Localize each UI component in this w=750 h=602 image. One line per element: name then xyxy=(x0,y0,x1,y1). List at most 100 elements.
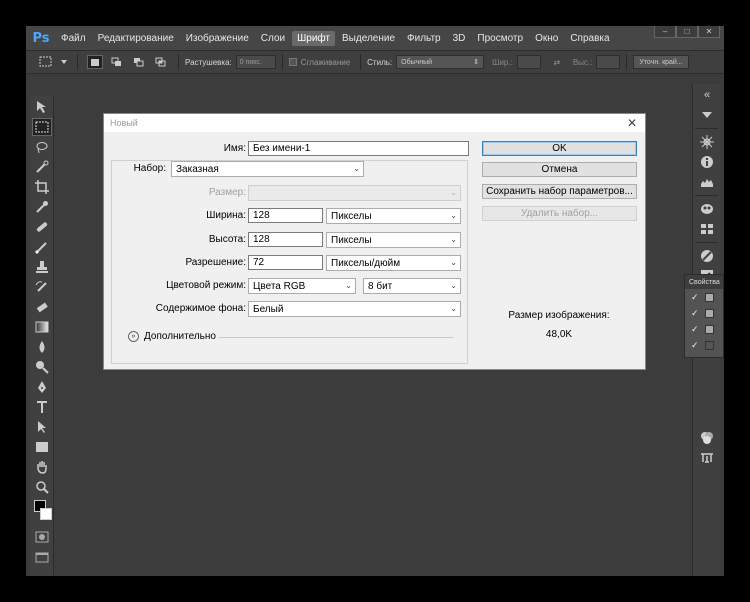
width-input[interactable]: 128 xyxy=(248,208,323,223)
navigator-panel-icon[interactable] xyxy=(697,133,717,151)
feather-input[interactable]: 0 пикс. xyxy=(235,55,276,69)
menu-layer[interactable]: Слои xyxy=(256,31,290,46)
color-mode-dropdown[interactable]: Цвета RGB ⌄ xyxy=(248,278,356,294)
checkmark-icon: ✓ xyxy=(691,307,699,318)
menu-view[interactable]: Просмотр xyxy=(472,31,528,46)
width-label: Шир.: xyxy=(492,57,513,67)
background-dropdown[interactable]: Белый ⌄ xyxy=(248,301,461,317)
height-input[interactable]: 128 xyxy=(248,232,323,247)
properties-row[interactable]: ✓ xyxy=(685,289,723,305)
lasso-tool-icon[interactable] xyxy=(32,138,52,156)
history-brush-tool-icon[interactable] xyxy=(32,278,52,296)
swatches-panel-icon[interactable] xyxy=(697,220,717,238)
properties-row[interactable]: ✓ xyxy=(685,337,723,353)
chevron-down-icon[interactable] xyxy=(60,55,68,69)
name-label: Имя: xyxy=(223,143,246,154)
close-icon[interactable]: ✕ xyxy=(627,116,637,130)
divider xyxy=(695,195,718,196)
type-tool-icon[interactable] xyxy=(32,398,52,416)
rectangular-marquee-tool-icon[interactable] xyxy=(32,118,52,136)
layer-thumbnail-icon xyxy=(705,292,714,302)
style-value: Обычный xyxy=(401,58,433,66)
crop-tool-icon[interactable] xyxy=(32,178,52,196)
histogram-panel-icon[interactable] xyxy=(697,173,717,191)
info-panel-icon[interactable] xyxy=(697,153,717,171)
healing-brush-tool-icon[interactable] xyxy=(32,218,52,236)
move-tool-icon[interactable] xyxy=(32,98,52,116)
menu-3d[interactable]: 3D xyxy=(448,31,471,46)
hand-tool-icon[interactable] xyxy=(32,458,52,476)
properties-panel-title[interactable]: Свойства xyxy=(685,275,723,289)
height-label: Высота: xyxy=(208,234,246,245)
style-dropdown[interactable]: Обычный ⇕ xyxy=(396,55,485,69)
width-unit-dropdown[interactable]: Пикселы ⌄ xyxy=(326,208,461,224)
menu-image[interactable]: Изображение xyxy=(181,31,254,46)
screen-mode-icon[interactable] xyxy=(32,548,52,566)
expand-panels-icon[interactable]: « xyxy=(697,86,717,104)
menu-help[interactable]: Справка xyxy=(565,31,614,46)
properties-row[interactable]: ✓ xyxy=(685,321,723,337)
dialog-titlebar[interactable]: Новый ✕ xyxy=(104,114,645,132)
layer-thumbnail-icon xyxy=(705,308,714,318)
chevron-down-icon: ⌄ xyxy=(450,281,457,290)
clone-stamp-tool-icon[interactable] xyxy=(32,258,52,276)
width-input[interactable] xyxy=(516,55,541,69)
menu-edit[interactable]: Редактирование xyxy=(93,31,179,46)
gradient-tool-icon[interactable] xyxy=(32,318,52,336)
properties-row[interactable]: ✓ xyxy=(685,305,723,321)
intersect-selection-icon[interactable] xyxy=(153,55,169,69)
rectangle-tool-icon[interactable] xyxy=(32,438,52,456)
brush-tool-icon[interactable] xyxy=(32,238,52,256)
styles-panel-icon[interactable] xyxy=(697,247,717,265)
close-window-button[interactable]: ✕ xyxy=(698,26,720,38)
pen-tool-icon[interactable] xyxy=(32,378,52,396)
antialias-checkbox[interactable] xyxy=(288,58,297,66)
bit-depth-dropdown[interactable]: 8 бит ⌄ xyxy=(363,278,461,294)
eraser-tool-icon[interactable] xyxy=(32,298,52,316)
timeline-panel-icon[interactable] xyxy=(697,449,717,467)
window-controls: – □ ✕ xyxy=(654,26,720,38)
cancel-button[interactable]: Отмена xyxy=(482,162,637,177)
menu-window[interactable]: Окно xyxy=(530,31,563,46)
zoom-tool-icon[interactable] xyxy=(32,478,52,496)
height-input[interactable] xyxy=(596,55,621,69)
menu-filter[interactable]: Фильтр xyxy=(402,31,446,46)
resolution-input[interactable]: 72 xyxy=(248,255,323,270)
name-input[interactable]: Без имени-1 xyxy=(248,141,469,156)
color-swatches-icon[interactable] xyxy=(32,498,52,526)
chevron-down-icon: ⌄ xyxy=(345,281,352,290)
size-dropdown[interactable]: ⌄ xyxy=(248,185,461,201)
new-document-dialog: Новый ✕ Имя: Без имени-1 Набор: Заказная… xyxy=(103,113,646,370)
menu-type[interactable]: Шрифт xyxy=(292,30,336,46)
add-to-selection-icon[interactable] xyxy=(109,55,125,69)
divider xyxy=(626,54,628,70)
blur-tool-icon[interactable] xyxy=(32,338,52,356)
ok-button[interactable]: OK xyxy=(482,141,637,156)
path-selection-tool-icon[interactable] xyxy=(32,418,52,436)
menu-file[interactable]: Файл xyxy=(56,31,91,46)
save-preset-button[interactable]: Сохранить набор параметров... xyxy=(482,184,637,199)
maximize-button[interactable]: □ xyxy=(676,26,698,38)
chevron-down-icon: ⌄ xyxy=(450,211,457,220)
height-unit-dropdown[interactable]: Пикселы ⌄ xyxy=(326,232,461,248)
eyedropper-tool-icon[interactable] xyxy=(32,198,52,216)
refine-edge-button[interactable]: Уточн. край... xyxy=(633,55,689,69)
3d-panel-icon[interactable] xyxy=(697,429,717,447)
advanced-label[interactable]: Дополнительно xyxy=(144,331,216,342)
swap-icon[interactable]: ⇄ xyxy=(549,55,565,69)
dodge-tool-icon[interactable] xyxy=(32,358,52,376)
adjustments-panel-icon[interactable] xyxy=(697,200,717,218)
minimize-button[interactable]: – xyxy=(654,26,676,38)
menu-select[interactable]: Выделение xyxy=(337,31,400,46)
quick-mask-icon[interactable] xyxy=(32,528,52,546)
expand-advanced-icon[interactable]: » xyxy=(128,331,139,342)
marquee-preset-icon[interactable] xyxy=(38,55,54,69)
chevron-down-icon[interactable] xyxy=(697,106,717,124)
quick-selection-tool-icon[interactable] xyxy=(32,158,52,176)
subtract-from-selection-icon[interactable] xyxy=(131,55,147,69)
color-mode-label: Цветовой режим: xyxy=(166,280,246,291)
resolution-unit-dropdown[interactable]: Пикселы/дюйм ⌄ xyxy=(326,255,461,271)
new-selection-icon[interactable] xyxy=(87,55,103,69)
preset-dropdown[interactable]: Заказная ⌄ xyxy=(171,161,364,177)
delete-preset-button[interactable]: Удалить набор... xyxy=(482,206,637,221)
